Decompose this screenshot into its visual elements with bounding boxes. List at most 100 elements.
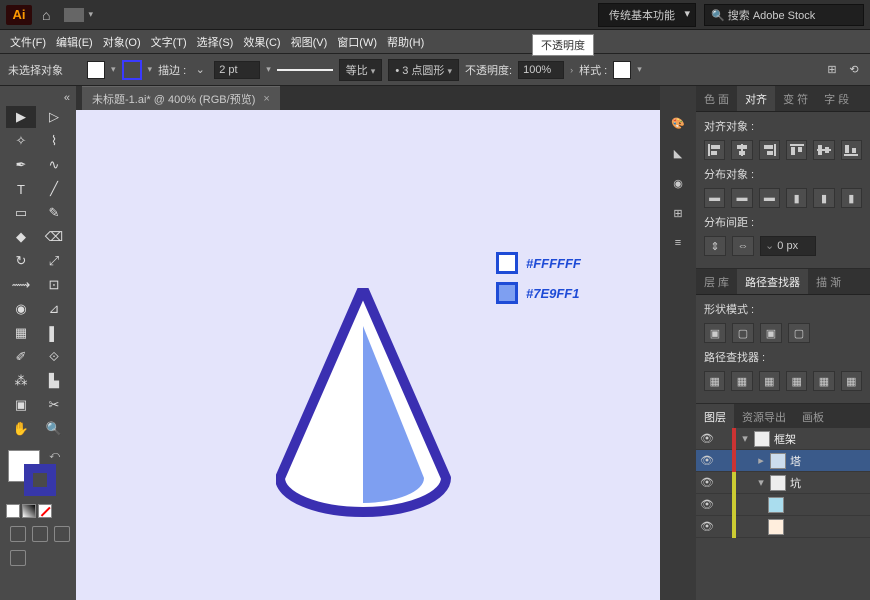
cone-artwork[interactable] (276, 288, 451, 528)
free-transform-tool[interactable]: ⊡ (39, 274, 69, 296)
hand-tool[interactable]: ✋ (6, 418, 36, 440)
shape-builder-tool[interactable]: ◉ (6, 298, 36, 320)
eraser-tool[interactable]: ⌫ (39, 226, 69, 248)
home-icon[interactable]: ⌂ (42, 7, 50, 23)
gradient-tool[interactable]: ▌ (39, 322, 69, 344)
dist-top-button[interactable]: ▬ (704, 188, 725, 208)
lasso-tool[interactable]: ⌇ (39, 130, 69, 152)
eyedropper-tool[interactable]: ✐ (6, 346, 36, 368)
dist-bottom-button[interactable]: ▬ (759, 188, 780, 208)
scale-tool[interactable]: ⤢ (39, 250, 69, 272)
trim-button[interactable]: ▦ (731, 371, 752, 391)
menu-type[interactable]: 文字(T) (151, 34, 187, 50)
slice-tool[interactable]: ✂ (39, 394, 69, 416)
tab-pathfinder[interactable]: 路径查找器 (737, 269, 808, 294)
menu-edit[interactable]: 编辑(E) (56, 34, 93, 50)
screen-mode-icon[interactable] (10, 550, 26, 566)
tab-artboards[interactable]: 画板 (794, 404, 832, 428)
stroke-profile[interactable] (277, 64, 333, 76)
tab-character[interactable]: 字 段 (816, 86, 857, 111)
tab-properties[interactable]: 层 库 (696, 269, 737, 294)
fill-stroke-box[interactable]: ⤺ (6, 450, 70, 498)
rectangle-tool[interactable]: ▭ (6, 202, 36, 224)
menu-view[interactable]: 视图(V) (291, 34, 328, 50)
close-tab-icon[interactable]: × (263, 93, 269, 105)
type-tool[interactable]: T (6, 178, 36, 200)
menu-help[interactable]: 帮助(H) (387, 34, 424, 50)
brushes-panel-icon[interactable]: ◉ (667, 172, 689, 194)
draw-normal-icon[interactable] (10, 526, 26, 542)
appearance-panel-icon[interactable]: ◣ (667, 142, 689, 164)
fill-swatch[interactable] (87, 61, 105, 79)
stroke-swatch[interactable] (122, 60, 142, 80)
visibility-icon[interactable]: 👁 (700, 476, 714, 489)
brush-tool[interactable]: ✎ (39, 202, 69, 224)
layer-row[interactable]: 👁▾框架 (696, 428, 870, 450)
shaper-tool[interactable]: ◆ (6, 226, 36, 248)
search-stock-input[interactable]: 🔍 搜索 Adobe Stock (704, 4, 864, 26)
visibility-icon[interactable]: 👁 (700, 454, 714, 467)
stepper-down-icon[interactable]: ⌄ (192, 62, 208, 78)
color-mode-icon[interactable] (6, 504, 20, 518)
draw-behind-icon[interactable] (32, 526, 48, 542)
prefs-icon[interactable]: ⟲ (846, 62, 862, 78)
dist-vspace-button[interactable]: ⇕ (704, 236, 726, 256)
dist-vcenter-button[interactable]: ▬ (731, 188, 752, 208)
align-bottom-button[interactable] (841, 140, 862, 160)
gradient-mode-icon[interactable] (22, 504, 36, 518)
tab-align[interactable]: 对齐 (737, 86, 775, 111)
width-tool[interactable]: ⟿ (6, 274, 36, 296)
doc-setup-icon[interactable]: ⊞ (824, 62, 840, 78)
mesh-tool[interactable]: ▦ (6, 322, 36, 344)
direct-selection-tool[interactable]: ▷ (39, 106, 69, 128)
scale-dropdown[interactable]: 等比 ▾ (339, 59, 383, 81)
menu-effect[interactable]: 效果(C) (243, 34, 280, 50)
align-left-button[interactable] (704, 140, 725, 160)
spacing-input[interactable]: ⌄ 0 px (760, 236, 816, 256)
dist-right-button[interactable]: ▮ (841, 188, 862, 208)
visibility-icon[interactable]: 👁 (700, 432, 714, 445)
stroke-panel-icon[interactable]: ≡ (667, 232, 689, 254)
exclude-button[interactable]: ▢ (788, 323, 810, 343)
layer-row[interactable]: 👁 (696, 494, 870, 516)
layer-row[interactable]: 👁▾坑 (696, 472, 870, 494)
document-tab[interactable]: 未标题-1.ai* @ 400% (RGB/预览) × (82, 86, 280, 111)
divide-button[interactable]: ▦ (704, 371, 725, 391)
menu-select[interactable]: 选择(S) (197, 34, 234, 50)
style-swatch[interactable] (613, 61, 631, 79)
dist-hcenter-button[interactable]: ▮ (813, 188, 834, 208)
color-panel-icon[interactable]: 🎨 (667, 112, 689, 134)
symbol-sprayer-tool[interactable]: ⁂ (6, 370, 36, 392)
symbols-panel-icon[interactable]: ⊞ (667, 202, 689, 224)
canvas[interactable]: #FFFFFF #7E9FF1 (76, 110, 660, 600)
zoom-tool[interactable]: 🔍 (39, 418, 69, 440)
merge-button[interactable]: ▦ (759, 371, 780, 391)
chevron-right-icon[interactable]: › (570, 65, 573, 75)
tab-layers[interactable]: 图层 (696, 404, 734, 428)
align-right-button[interactable] (759, 140, 780, 160)
align-hcenter-button[interactable] (731, 140, 752, 160)
layer-row[interactable]: 👁 (696, 516, 870, 538)
graph-tool[interactable]: ▙ (39, 370, 69, 392)
stroke-weight-input[interactable]: 2 pt (214, 61, 260, 79)
menu-window[interactable]: 窗口(W) (337, 34, 377, 50)
minus-front-button[interactable]: ▢ (732, 323, 754, 343)
line-tool[interactable]: ╱ (39, 178, 69, 200)
arrange-icon[interactable] (64, 8, 84, 22)
rotate-tool[interactable]: ↻ (6, 250, 36, 272)
unite-button[interactable]: ▣ (704, 323, 726, 343)
tab-transform[interactable]: 变 符 (775, 86, 816, 111)
dist-hspace-button[interactable]: ⇔ (732, 236, 754, 256)
pen-tool[interactable]: ✒ (6, 154, 36, 176)
menu-file[interactable]: 文件(F) (10, 34, 46, 50)
menu-object[interactable]: 对象(O) (103, 34, 141, 50)
crop-button[interactable]: ▦ (786, 371, 807, 391)
visibility-icon[interactable]: 👁 (700, 520, 714, 533)
collapse-icon[interactable]: « (64, 92, 70, 104)
dist-left-button[interactable]: ▮ (786, 188, 807, 208)
brush-dropdown[interactable]: • 3 点圆形 ▾ (388, 59, 459, 81)
artboard-tool[interactable]: ▣ (6, 394, 36, 416)
blend-tool[interactable]: ⟐ (39, 346, 69, 368)
tab-gradient[interactable]: 描 渐 (808, 269, 849, 294)
chevron-down-icon[interactable]: ▾ (88, 9, 93, 20)
